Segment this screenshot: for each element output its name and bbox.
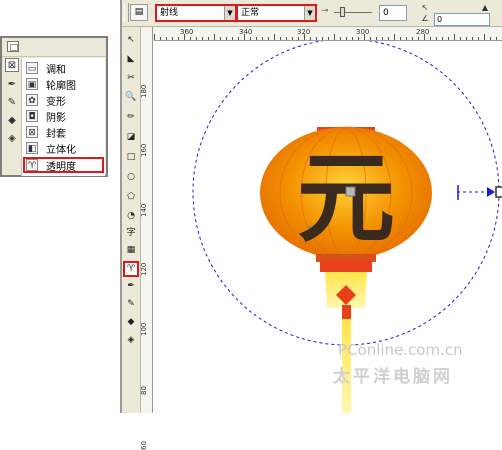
distort-icon: ✿	[26, 94, 38, 106]
transparency-arrow-icon	[487, 187, 495, 197]
eyedropper-tool-icon[interactable]: ✒	[124, 279, 138, 293]
menu-item-label: 变形	[46, 97, 66, 108]
transparency-icon: ♈	[26, 159, 38, 171]
shadow-icon: ◘	[26, 110, 38, 122]
crop-tool-icon[interactable]: ✂	[124, 71, 138, 85]
menu-item-label: 阴影	[46, 113, 66, 124]
toolbox: ↖ ◣ ✂ 🔍 ✏ ◪ □ ○ ⬠ ◔ 字 ▦ ⇲ ♈ ✒ ✎ ◆ ◈	[122, 27, 141, 413]
outline-tool-icon[interactable]: ✎	[124, 297, 138, 311]
menu-item-envelope[interactable]: ⊠ 封套	[24, 124, 104, 140]
rectangle-tool-icon[interactable]: □	[124, 150, 138, 164]
contour-icon: ▣	[26, 78, 38, 90]
text-tool-icon[interactable]: 字	[124, 226, 138, 240]
flyout-grip-icon[interactable]	[7, 41, 19, 52]
polygon-tool-icon[interactable]: ⬠	[124, 190, 138, 204]
envelope-icon: ⊠	[26, 126, 38, 138]
menu-item-transparency[interactable]: ♈ 透明度	[23, 157, 104, 173]
transparency-type-value: 射线	[160, 8, 179, 18]
ruler-tick-label: 160	[140, 143, 148, 157]
menu-item-distort[interactable]: ✿ 变形	[24, 92, 104, 108]
smart-fill-icon[interactable]: ◪	[124, 130, 138, 144]
ruler-tick-label: 140	[140, 203, 148, 217]
vertical-ruler[interactable]: 180 160 140 120 100 80 60	[140, 40, 153, 450]
watermark-site: PConline.com.cn	[338, 341, 463, 359]
extrude-icon: ◧	[26, 142, 38, 154]
menu-item-label: 立体化	[46, 145, 76, 156]
freehand-tool-icon[interactable]: ✏	[124, 110, 138, 124]
angle-controls: ↖ ∠ ▲ 0	[420, 3, 502, 26]
transparency-tool-icon[interactable]: ♈	[123, 261, 139, 277]
menu-item-label: 透明度	[46, 162, 76, 173]
ruler-tick-label: 180	[140, 84, 148, 98]
menu-item-label: 调和	[46, 65, 66, 76]
interactive-fill-tool-icon[interactable]: ◈	[124, 333, 138, 347]
lantern-character: 元	[297, 142, 395, 256]
chevron-down-icon[interactable]: ▼	[304, 6, 315, 20]
transparency-start-handle[interactable]	[345, 186, 356, 197]
angle-value-field[interactable]: 0	[434, 13, 490, 26]
chevron-down-icon[interactable]: ▼	[224, 6, 235, 20]
transparency-type-select[interactable]: 射线 ▼	[157, 6, 235, 20]
watermark-name: 太平洋电脑网	[333, 367, 453, 387]
flyout-titlebar	[2, 38, 106, 57]
ruler-h-ticks	[154, 34, 497, 40]
transparency-mode-select[interactable]: 正常 ▼	[238, 6, 315, 20]
interactive-fill-icon[interactable]: ◈	[5, 132, 19, 146]
midpoint-slider-thumb[interactable]	[340, 7, 345, 17]
menu-item-shadow[interactable]: ◘ 阴影	[24, 108, 104, 124]
basic-shapes-icon[interactable]: ◔	[124, 209, 138, 223]
interactive-blend-icon[interactable]: ⊠	[5, 58, 19, 72]
eyedropper-icon[interactable]: ✒	[5, 78, 19, 92]
lantern-tassel-cord	[342, 305, 351, 319]
drawing-canvas[interactable]: 元 PConline.com.cn 太平洋电脑网	[153, 41, 502, 413]
transparency-end-handle[interactable]	[495, 186, 502, 198]
ruler-tick-label: 60	[140, 441, 148, 450]
angle-icon: ∠	[421, 14, 429, 23]
lantern-bottom-cap	[320, 260, 372, 272]
pick-tool-icon[interactable]: ↖	[124, 33, 138, 47]
effects-flyout: ⊠ ✒ ✎ ◆ ◈ ▭ 调和 ▣ 轮廓图 ✿ 变形 ◘ 阴影 ⊠ 封套 ◧ 立体…	[0, 36, 108, 177]
transparency-type-icon[interactable]: ▤	[130, 4, 148, 21]
fill-bucket-icon[interactable]: ◆	[5, 114, 19, 128]
menu-item-extrude[interactable]: ◧ 立体化	[24, 140, 104, 156]
outline-pen-icon[interactable]: ✎	[5, 96, 19, 110]
table-tool-icon[interactable]: ▦	[124, 243, 138, 257]
ruler-tick-label: 80	[140, 386, 148, 395]
flyout-toolbox-strip: ⊠ ✒ ✎ ◆ ◈	[4, 58, 20, 174]
menu-item-blend[interactable]: ▭ 调和	[24, 60, 104, 76]
effects-menu: ▭ 调和 ▣ 轮廓图 ✿ 变形 ◘ 阴影 ⊠ 封套 ◧ 立体化 ♈ 透明度	[21, 58, 105, 176]
toolbar-grip[interactable]	[124, 3, 129, 22]
menu-item-contour[interactable]: ▣ 轮廓图	[24, 76, 104, 92]
midpoint-value-field[interactable]: 0	[379, 5, 407, 21]
ellipse-tool-icon[interactable]: ○	[124, 170, 138, 184]
property-bar: ▤ 射线 ▼ 正常 ▼ ⊸ 0 ↖ ∠ ▲ 0	[122, 0, 502, 27]
arrow-icon[interactable]: ↖	[420, 3, 430, 13]
coreldraw-window: ▤ 射线 ▼ 正常 ▼ ⊸ 0 ↖ ∠ ▲ 0 360 340 320 300 …	[120, 0, 502, 450]
menu-item-label: 封套	[46, 129, 66, 140]
horizontal-ruler[interactable]: 360 340 320 300 280	[154, 27, 502, 41]
ruler-tick-label: 120	[140, 262, 148, 276]
transparency-selects-group: 射线 ▼ 正常 ▼	[155, 4, 317, 22]
zoom-tool-icon[interactable]: 🔍	[124, 90, 138, 104]
ruler-tick-label: 100	[140, 322, 148, 336]
spin-up-icon[interactable]: ▲	[480, 3, 490, 13]
midpoint-slider-icon: ⊸	[321, 6, 329, 16]
fill-tool-icon[interactable]: ◆	[124, 315, 138, 329]
menu-item-label: 轮廓图	[46, 81, 76, 92]
blend-icon: ▭	[26, 62, 38, 74]
object-center-marker	[308, 225, 312, 229]
transparency-mode-value: 正常	[241, 8, 260, 18]
shape-tool-icon[interactable]: ◣	[124, 52, 138, 66]
